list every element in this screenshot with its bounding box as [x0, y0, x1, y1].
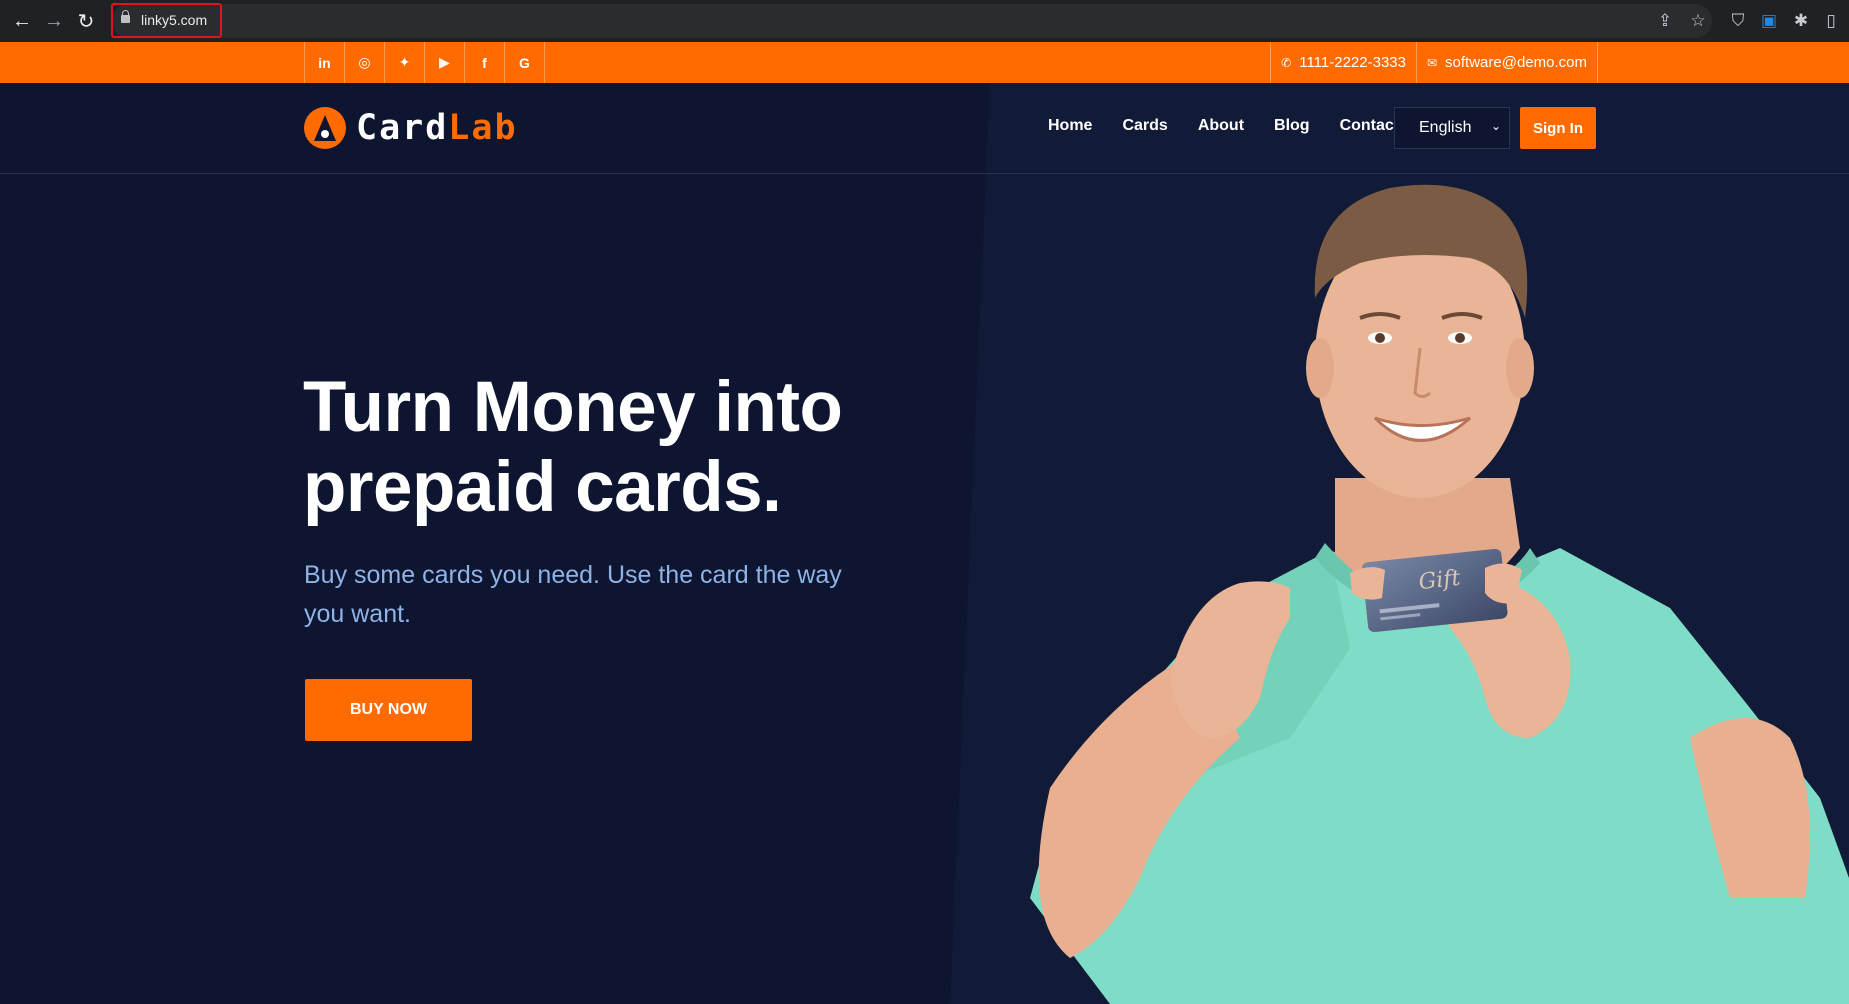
hero-person-image: Gift: [1030, 184, 1849, 1004]
header-divider: [0, 173, 1849, 174]
reload-icon[interactable]: ↻: [71, 6, 101, 36]
main-navigation: Home Cards About Blog Contact: [1048, 117, 1429, 135]
mail-icon: ✉: [1426, 55, 1438, 70]
logo-text: CardLab: [356, 108, 518, 148]
address-bar[interactable]: [112, 4, 1712, 38]
browser-toolbar: ← → ↻ linky5.com ⇪ ☆ ⛉ ▣ ✱ ▯: [0, 0, 1849, 42]
bookmark-star-icon[interactable]: ☆: [1686, 9, 1710, 33]
google-icon[interactable]: G: [505, 42, 545, 83]
side-panel-icon[interactable]: ▯: [1819, 9, 1843, 33]
site-logo[interactable]: CardLab: [304, 107, 518, 149]
shield-extension-icon[interactable]: ⛉: [1726, 9, 1750, 33]
buy-now-button[interactable]: BUY NOW: [305, 679, 472, 741]
hero-subtext: Buy some cards you need. Use the card th…: [304, 561, 842, 628]
hero-headline-line2: prepaid cards.: [303, 448, 782, 527]
nav-blog[interactable]: Blog: [1274, 117, 1310, 135]
social-links: in ◎ ✦ ▶ f G: [304, 42, 545, 83]
gift-card-label: Gift: [1418, 566, 1462, 595]
translate-extension-icon[interactable]: ▣: [1757, 9, 1781, 33]
instagram-icon[interactable]: ◎: [345, 42, 385, 83]
email-address: software@demo.com: [1445, 54, 1587, 71]
language-value: English: [1419, 119, 1472, 136]
youtube-icon[interactable]: ▶: [425, 42, 465, 83]
linkedin-icon[interactable]: in: [305, 42, 345, 83]
twitter-icon[interactable]: ✦: [385, 42, 425, 83]
phone-number: 1111-2222-3333: [1299, 54, 1406, 71]
top-info-bar: in ◎ ✦ ▶ f G ✆ 1111-2222-3333 ✉ software…: [0, 42, 1849, 83]
phone-icon: ✆: [1281, 55, 1292, 70]
nav-cards[interactable]: Cards: [1122, 117, 1167, 135]
chevron-down-icon: ⌄: [1490, 119, 1501, 133]
hero-headline-line1: Turn Money into: [303, 368, 843, 447]
url-text[interactable]: linky5.com: [141, 12, 207, 28]
sign-in-button[interactable]: Sign In: [1520, 107, 1596, 149]
extensions-puzzle-icon[interactable]: ✱: [1789, 9, 1813, 33]
forward-arrow-icon[interactable]: →: [39, 6, 69, 36]
phone-contact[interactable]: ✆ 1111-2222-3333: [1270, 42, 1416, 83]
nav-home[interactable]: Home: [1048, 117, 1092, 135]
left-ear-shape: [1306, 338, 1334, 398]
right-ear-shape: [1506, 338, 1534, 398]
share-icon[interactable]: ⇪: [1653, 9, 1677, 33]
nav-about[interactable]: About: [1198, 117, 1244, 135]
contact-info: ✆ 1111-2222-3333 ✉ software@demo.com: [1270, 42, 1598, 83]
nav-contact[interactable]: Contact: [1340, 117, 1400, 135]
logo-mark-icon: [304, 107, 346, 149]
email-contact[interactable]: ✉ software@demo.com: [1415, 42, 1598, 83]
facebook-icon[interactable]: f: [465, 42, 505, 83]
language-select[interactable]: English ⌄: [1394, 107, 1510, 149]
back-arrow-icon[interactable]: ←: [7, 6, 37, 36]
hero-headline: Turn Money into prepaid cards.: [303, 368, 923, 528]
lock-icon[interactable]: [121, 10, 130, 23]
